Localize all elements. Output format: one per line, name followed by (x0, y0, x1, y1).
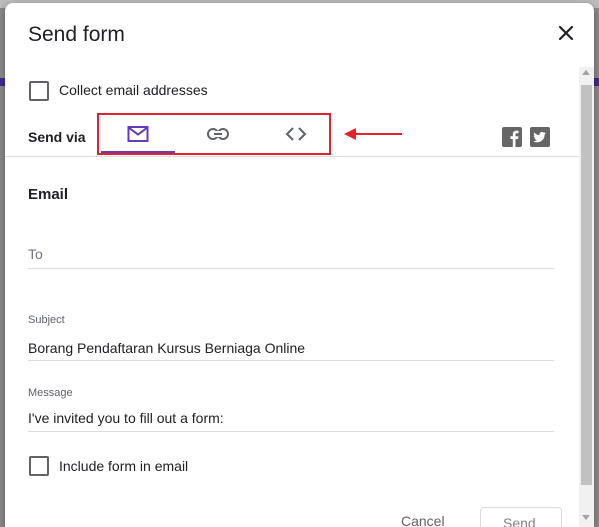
close-button[interactable] (554, 21, 578, 45)
email-section-title: Email (28, 186, 69, 203)
red-arrow-annotation-icon (344, 128, 402, 140)
send-button[interactable]: Send (480, 507, 562, 527)
selected-tab-indicator (101, 151, 175, 153)
section-divider (5, 156, 579, 157)
collect-email-checkbox[interactable] (29, 81, 49, 101)
embed-code-icon (285, 127, 307, 141)
message-label: Message (28, 387, 73, 399)
send-via-label: Send via (28, 129, 86, 145)
send-via-tabs-highlight (97, 113, 331, 155)
dialog-scrollbar[interactable] (579, 67, 594, 527)
include-form-label: Include form in email (59, 458, 189, 474)
facebook-icon (510, 130, 519, 147)
cancel-button[interactable]: Cancel (401, 513, 445, 527)
send-form-dialog: Send form Collect email addresses Send v… (5, 3, 594, 527)
dialog-title: Send form (28, 23, 125, 46)
message-input-underline (28, 431, 554, 432)
close-icon (558, 25, 574, 41)
share-facebook-button[interactable] (502, 127, 522, 147)
subject-input[interactable]: Borang Pendaftaran Kursus Berniaga Onlin… (28, 340, 305, 356)
share-twitter-button[interactable] (530, 127, 550, 147)
to-input-underline (28, 268, 554, 269)
tab-email[interactable] (99, 115, 175, 153)
collect-email-label: Collect email addresses (59, 82, 208, 98)
to-input[interactable]: To (28, 246, 43, 262)
send-button-label: Send (503, 515, 536, 527)
scroll-up-arrow-icon[interactable] (582, 70, 590, 75)
tab-link[interactable] (179, 115, 255, 153)
scroll-thumb[interactable] (581, 85, 592, 485)
background-header-bar-right (594, 78, 599, 86)
include-form-checkbox[interactable] (29, 456, 49, 476)
subject-label: Subject (28, 314, 65, 326)
scroll-down-arrow-icon[interactable] (582, 515, 590, 520)
message-input[interactable]: I've invited you to fill out a form: (28, 410, 224, 426)
twitter-icon (533, 132, 546, 143)
link-icon (207, 128, 229, 140)
email-icon (127, 126, 149, 142)
subject-input-underline (28, 360, 554, 361)
tab-embed[interactable] (257, 115, 333, 153)
